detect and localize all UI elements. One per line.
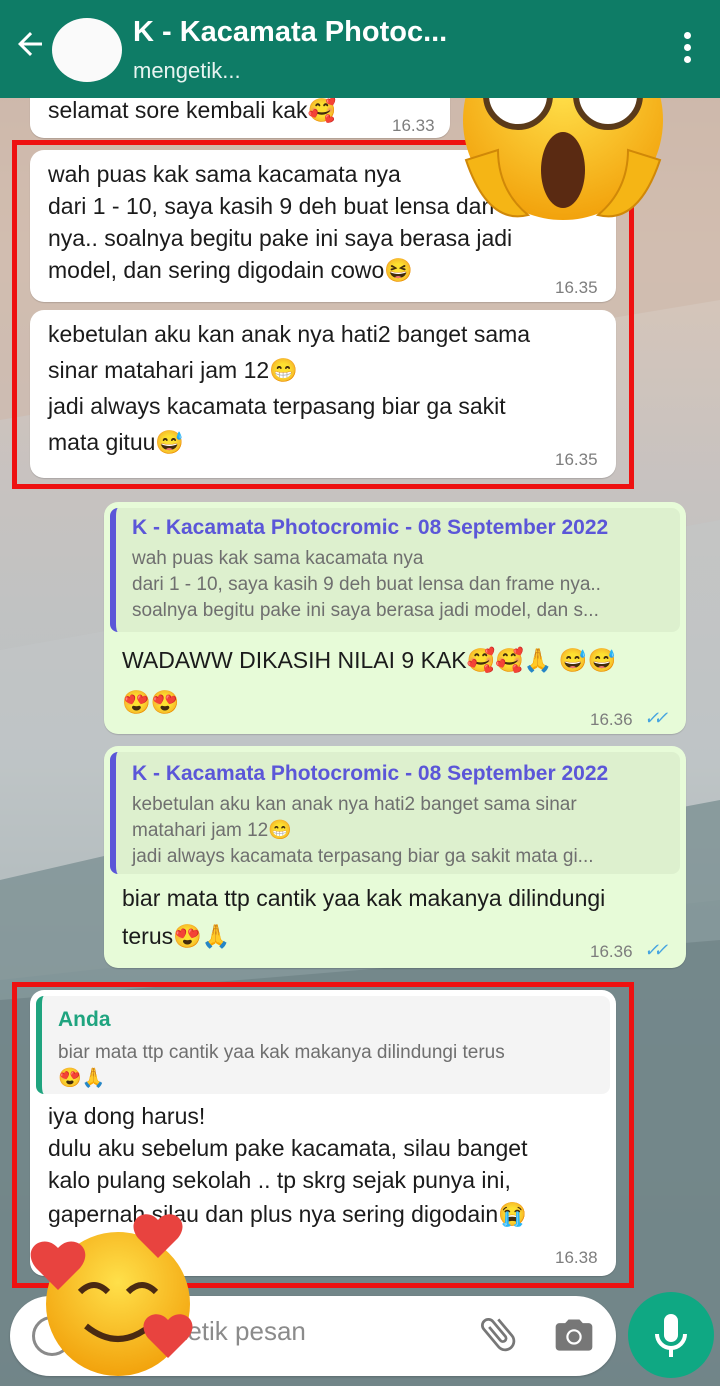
quoted-line: soalnya begitu pake ini saya berasa jadi…: [132, 600, 599, 621]
double-check-icon: ✓✓: [644, 940, 668, 960]
message-line: biar mata ttp cantik yaa kak makanya dil…: [122, 885, 606, 911]
more-options-icon[interactable]: [684, 32, 692, 66]
back-arrow-icon[interactable]: [12, 26, 52, 70]
message-bubble-outgoing[interactable]: K - Kacamata Photocromic - 08 September …: [104, 502, 686, 734]
quoted-line: jadi always kacamata terpasang biar ga s…: [132, 846, 594, 867]
contact-avatar[interactable]: [52, 18, 122, 82]
quoted-message[interactable]: K - Kacamata Photocromic - 08 September …: [110, 508, 680, 632]
camera-icon[interactable]: [552, 1314, 596, 1358]
message-line: 😍😍: [122, 689, 180, 715]
quoted-message[interactable]: K - Kacamata Photocromic - 08 September …: [110, 752, 680, 874]
smiling-face-with-hearts-emoji: [30, 1214, 193, 1376]
microphone-icon: [655, 1314, 687, 1357]
message-time: 16.33: [392, 116, 435, 135]
microphone-button[interactable]: [628, 1292, 714, 1378]
message-line: terus😍🙏: [122, 923, 231, 949]
message-time: 16.36: [590, 710, 633, 729]
typing-status: mengetik...: [133, 58, 241, 83]
double-check-icon: ✓✓: [644, 708, 668, 728]
quoted-line: kebetulan aku kan anak nya hati2 banget …: [132, 794, 577, 815]
attach-icon[interactable]: [476, 1312, 520, 1356]
quoted-sender: K - Kacamata Photocromic - 08 September …: [132, 762, 609, 785]
contact-name[interactable]: K - Kacamata Photoc...: [133, 16, 483, 49]
quoted-line: dari 1 - 10, saya kasih 9 deh buat lensa…: [132, 574, 601, 595]
message-line: WADAWW DIKASIH NILAI 9 KAK🥰🥰🙏 😅😅: [122, 647, 617, 673]
quoted-sender: K - Kacamata Photocromic - 08 September …: [132, 516, 609, 539]
chat-header: K - Kacamata Photoc... mengetik...: [0, 0, 720, 98]
quoted-line: wah puas kak sama kacamata nya: [132, 548, 424, 569]
message-time: 16.36: [590, 942, 633, 961]
message-bubble-outgoing[interactable]: K - Kacamata Photocromic - 08 September …: [104, 746, 686, 968]
quoted-line: matahari jam 12😁: [132, 820, 292, 841]
